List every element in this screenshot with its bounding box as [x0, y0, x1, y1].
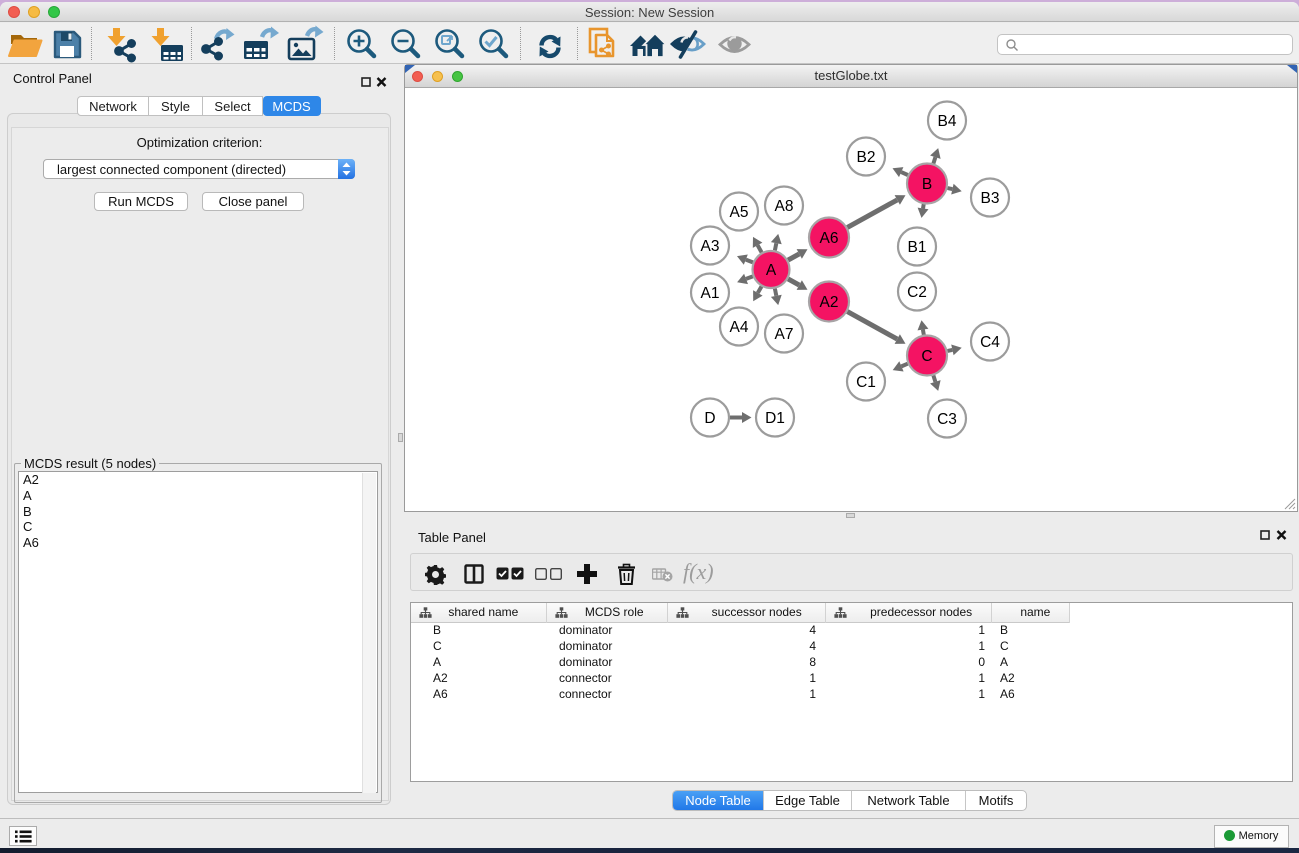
- svg-text:A8: A8: [775, 198, 794, 215]
- svg-text:A5: A5: [730, 204, 749, 221]
- svg-text:C: C: [921, 348, 932, 365]
- svg-text:A4: A4: [730, 319, 749, 336]
- svg-text:A1: A1: [701, 285, 720, 302]
- svg-text:D: D: [704, 410, 715, 427]
- svg-text:B4: B4: [938, 113, 957, 130]
- svg-text:C3: C3: [937, 411, 957, 428]
- svg-text:C1: C1: [856, 374, 876, 391]
- svg-text:D1: D1: [765, 410, 785, 427]
- svg-text:C2: C2: [907, 284, 927, 301]
- svg-text:A2: A2: [820, 294, 839, 311]
- svg-text:B: B: [922, 176, 932, 193]
- svg-text:A: A: [766, 262, 777, 279]
- svg-text:A7: A7: [775, 326, 794, 343]
- svg-text:A3: A3: [701, 238, 720, 255]
- svg-text:A6: A6: [820, 230, 839, 247]
- svg-text:C4: C4: [980, 334, 1000, 351]
- svg-text:B1: B1: [908, 239, 927, 256]
- svg-text:B2: B2: [857, 149, 876, 166]
- svg-text:B3: B3: [981, 190, 1000, 207]
